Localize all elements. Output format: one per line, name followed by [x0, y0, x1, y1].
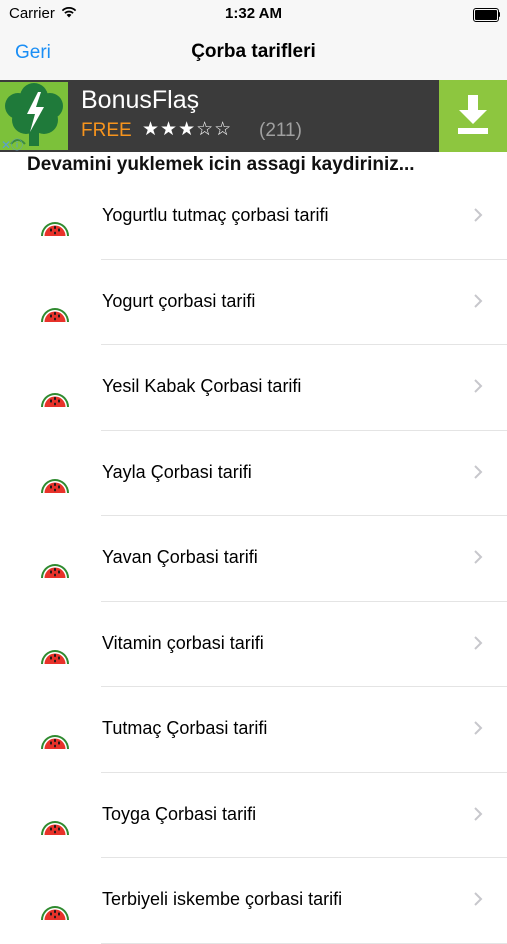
list-item[interactable]: Yogurt çorbasi tarifi — [0, 260, 507, 345]
recipe-list: Yogurtlu tutmaç çorbasi tarifi Yogurt çor… — [0, 174, 507, 944]
list-item-label: Tutmaç Çorbasi tarifi — [102, 718, 268, 738]
list-item[interactable]: Vitamin çorbasi tarifi — [0, 602, 507, 687]
watermelon-icon — [40, 306, 70, 324]
status-bar: Carrier 1:32 AM — [0, 0, 507, 28]
list-item-label: Yayla Çorbasi tarifi — [102, 461, 252, 482]
load-more-hint: Devamini yuklemek icin assagi kaydiriniz… — [0, 152, 507, 176]
list-item-label: Yogurt çorbasi tarifi — [102, 290, 256, 311]
load-more-hint-text: Devamini yuklemek icin assagi kaydiriniz… — [27, 154, 415, 175]
watermelon-icon — [40, 904, 70, 922]
watermelon-icon — [40, 477, 70, 495]
chevron-right-icon — [473, 891, 483, 907]
ad-close-icon[interactable]: ✕ⓘ — [1, 136, 23, 153]
watermelon-icon — [40, 562, 70, 580]
list-item-label: Yesil Kabak Çorbasi tarifi — [102, 376, 302, 396]
download-button[interactable] — [439, 80, 507, 152]
navigation-bar: Geri Çorba tarifleri — [0, 28, 507, 80]
chevron-right-icon — [473, 207, 483, 223]
ad-rating-stars: ★★★☆☆ — [142, 119, 233, 140]
chevron-right-icon — [473, 549, 483, 565]
watermelon-icon — [40, 648, 70, 666]
list-item[interactable]: Yavan Çorbasi tarifi — [0, 516, 507, 602]
row-separator — [101, 942, 507, 944]
chevron-right-icon — [473, 720, 483, 736]
watermelon-icon — [40, 391, 70, 409]
chevron-right-icon — [473, 293, 483, 309]
page-title: Çorba tarifleri — [191, 41, 316, 62]
watermelon-icon — [40, 819, 70, 837]
list-item[interactable]: Tutmaç Çorbasi tarifi — [0, 687, 507, 773]
list-item-label: Vitamin çorbasi tarifi — [102, 632, 264, 653]
ad-app-name: BonusFlaş — [81, 86, 200, 114]
battery-icon — [473, 8, 500, 22]
clock: 1:32 AM — [225, 5, 282, 22]
ad-rating-count: (211) — [259, 120, 302, 141]
list-item[interactable]: Yesil Kabak Çorbasi tarifi — [0, 345, 507, 431]
list-item[interactable]: Terbiyeli iskembe çorbasi tarifi — [0, 858, 507, 944]
list-item-label: Yogurtlu tutmaç çorbasi tarifi — [102, 205, 329, 225]
chevron-right-icon — [473, 464, 483, 480]
list-item[interactable]: Yayla Çorbasi tarifi — [0, 431, 507, 516]
watermelon-icon — [40, 220, 70, 238]
ad-price: FREE — [81, 120, 132, 141]
list-item-label: Toyga Çorbasi tarifi — [102, 803, 257, 824]
chevron-right-icon — [473, 378, 483, 394]
list-item-label: Yavan Çorbasi tarifi — [102, 547, 258, 567]
chevron-right-icon — [473, 806, 483, 822]
list-item[interactable]: Yogurtlu tutmaç çorbasi tarifi — [0, 174, 507, 260]
ad-banner[interactable]: ✕ⓘ BonusFlaş FREE ★★★☆☆ (211) — [0, 80, 507, 152]
download-icon — [458, 95, 488, 134]
watermelon-icon — [40, 733, 70, 751]
list-item[interactable]: Toyga Çorbasi tarifi — [0, 773, 507, 858]
chevron-right-icon — [473, 635, 483, 651]
